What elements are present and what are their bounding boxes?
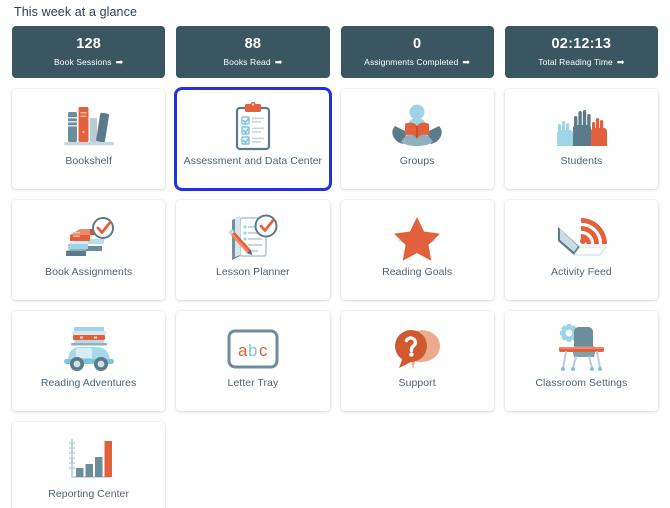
tile-label: Bookshelf [65,155,112,167]
stat-label-text: Total Reading Time [538,57,613,67]
stat-label-wrap: Assignments Completed ➡ [364,56,470,68]
stats-row: 128 Book Sessions ➡ 88 Books Read ➡ 0 As… [12,26,658,78]
tile-label: Reporting Center [48,488,129,500]
stat-value: 02:12:13 [551,36,612,52]
stat-label-wrap: Total Reading Time ➡ [538,56,624,68]
tile-assessment-and-data-center[interactable]: Assessment and Data Center [174,87,332,191]
tile-label: Students [560,155,603,167]
tile-reporting-center[interactable]: Reporting Center [12,422,166,508]
stat-card-books-read[interactable]: 88 Books Read ➡ [176,26,330,78]
arrow-right-icon: ➡ [274,56,283,67]
tile-bookshelf[interactable]: Bookshelf [12,89,166,189]
dashboard-page: This week at a glance 128 Book Sessions … [0,0,670,508]
tile-book-assignments[interactable]: Book Assignments [12,200,166,300]
stat-label-wrap: Book Sessions ➡ [54,56,123,68]
desk-gear-icon [545,321,617,377]
arrow-right-icon: ➡ [616,56,625,67]
stat-label-wrap: Books Read ➡ [223,56,282,68]
tile-label: Support [398,377,436,389]
books-check-icon [53,210,125,266]
groups-reading-icon [381,99,453,155]
svg-text:c: c [259,341,268,360]
tile-label: Reading Goals [382,266,453,278]
tile-activity-feed[interactable]: Activity Feed [504,200,658,300]
bookshelf-icon [53,99,125,155]
notebook-pencil-check-icon [217,210,289,266]
speech-bubble-question-icon [381,321,453,377]
tile-classroom-settings[interactable]: Classroom Settings [504,311,658,411]
bar-chart-icon [53,432,125,488]
tile-reading-adventures[interactable]: Reading Adventures [12,311,166,411]
stat-card-assignments-completed[interactable]: 0 Assignments Completed ➡ [340,26,494,78]
tile-label: Lesson Planner [216,266,290,278]
stat-value: 128 [76,36,102,52]
arrow-right-icon: ➡ [115,56,124,67]
raised-hands-icon [545,99,617,155]
stat-label-text: Assignments Completed [364,57,459,67]
tile-lesson-planner[interactable]: Lesson Planner [176,200,330,300]
tile-support[interactable]: Support [340,311,494,411]
clipboard-checklist-icon [217,99,289,155]
tile-students[interactable]: Students [504,89,658,189]
stat-label-text: Book Sessions [54,57,112,67]
arrow-right-icon: ➡ [462,56,471,67]
stat-value: 0 [412,36,422,52]
tile-letter-tray[interactable]: a b c Letter Tray [176,311,330,411]
stat-label-text: Books Read [223,57,271,67]
tile-label: Groups [399,155,435,167]
abc-tray-icon: a b c [217,321,289,377]
car-books-icon [53,321,125,377]
svg-text:a: a [238,341,248,360]
tile-label: Book Assignments [45,266,133,278]
page-title: This week at a glance [14,5,137,19]
stat-card-total-reading-time[interactable]: 02:12:13 Total Reading Time ➡ [504,26,658,78]
tile-label: Activity Feed [550,266,612,278]
stat-value: 88 [244,36,262,52]
tiles-grid: Bookshelf Assessment and Data Center Gro… [12,87,658,508]
stat-card-book-sessions[interactable]: 128 Book Sessions ➡ [12,26,166,78]
tile-label: Classroom Settings [535,377,628,389]
tile-label: Reading Adventures [40,377,137,389]
tile-label: Letter Tray [227,377,279,389]
tile-reading-goals[interactable]: Reading Goals [340,200,494,300]
star-icon [381,210,453,266]
tile-groups[interactable]: Groups [340,89,494,189]
svg-text:b: b [248,341,257,360]
tile-label: Assessment and Data Center [183,155,323,167]
book-rss-icon [545,210,617,266]
